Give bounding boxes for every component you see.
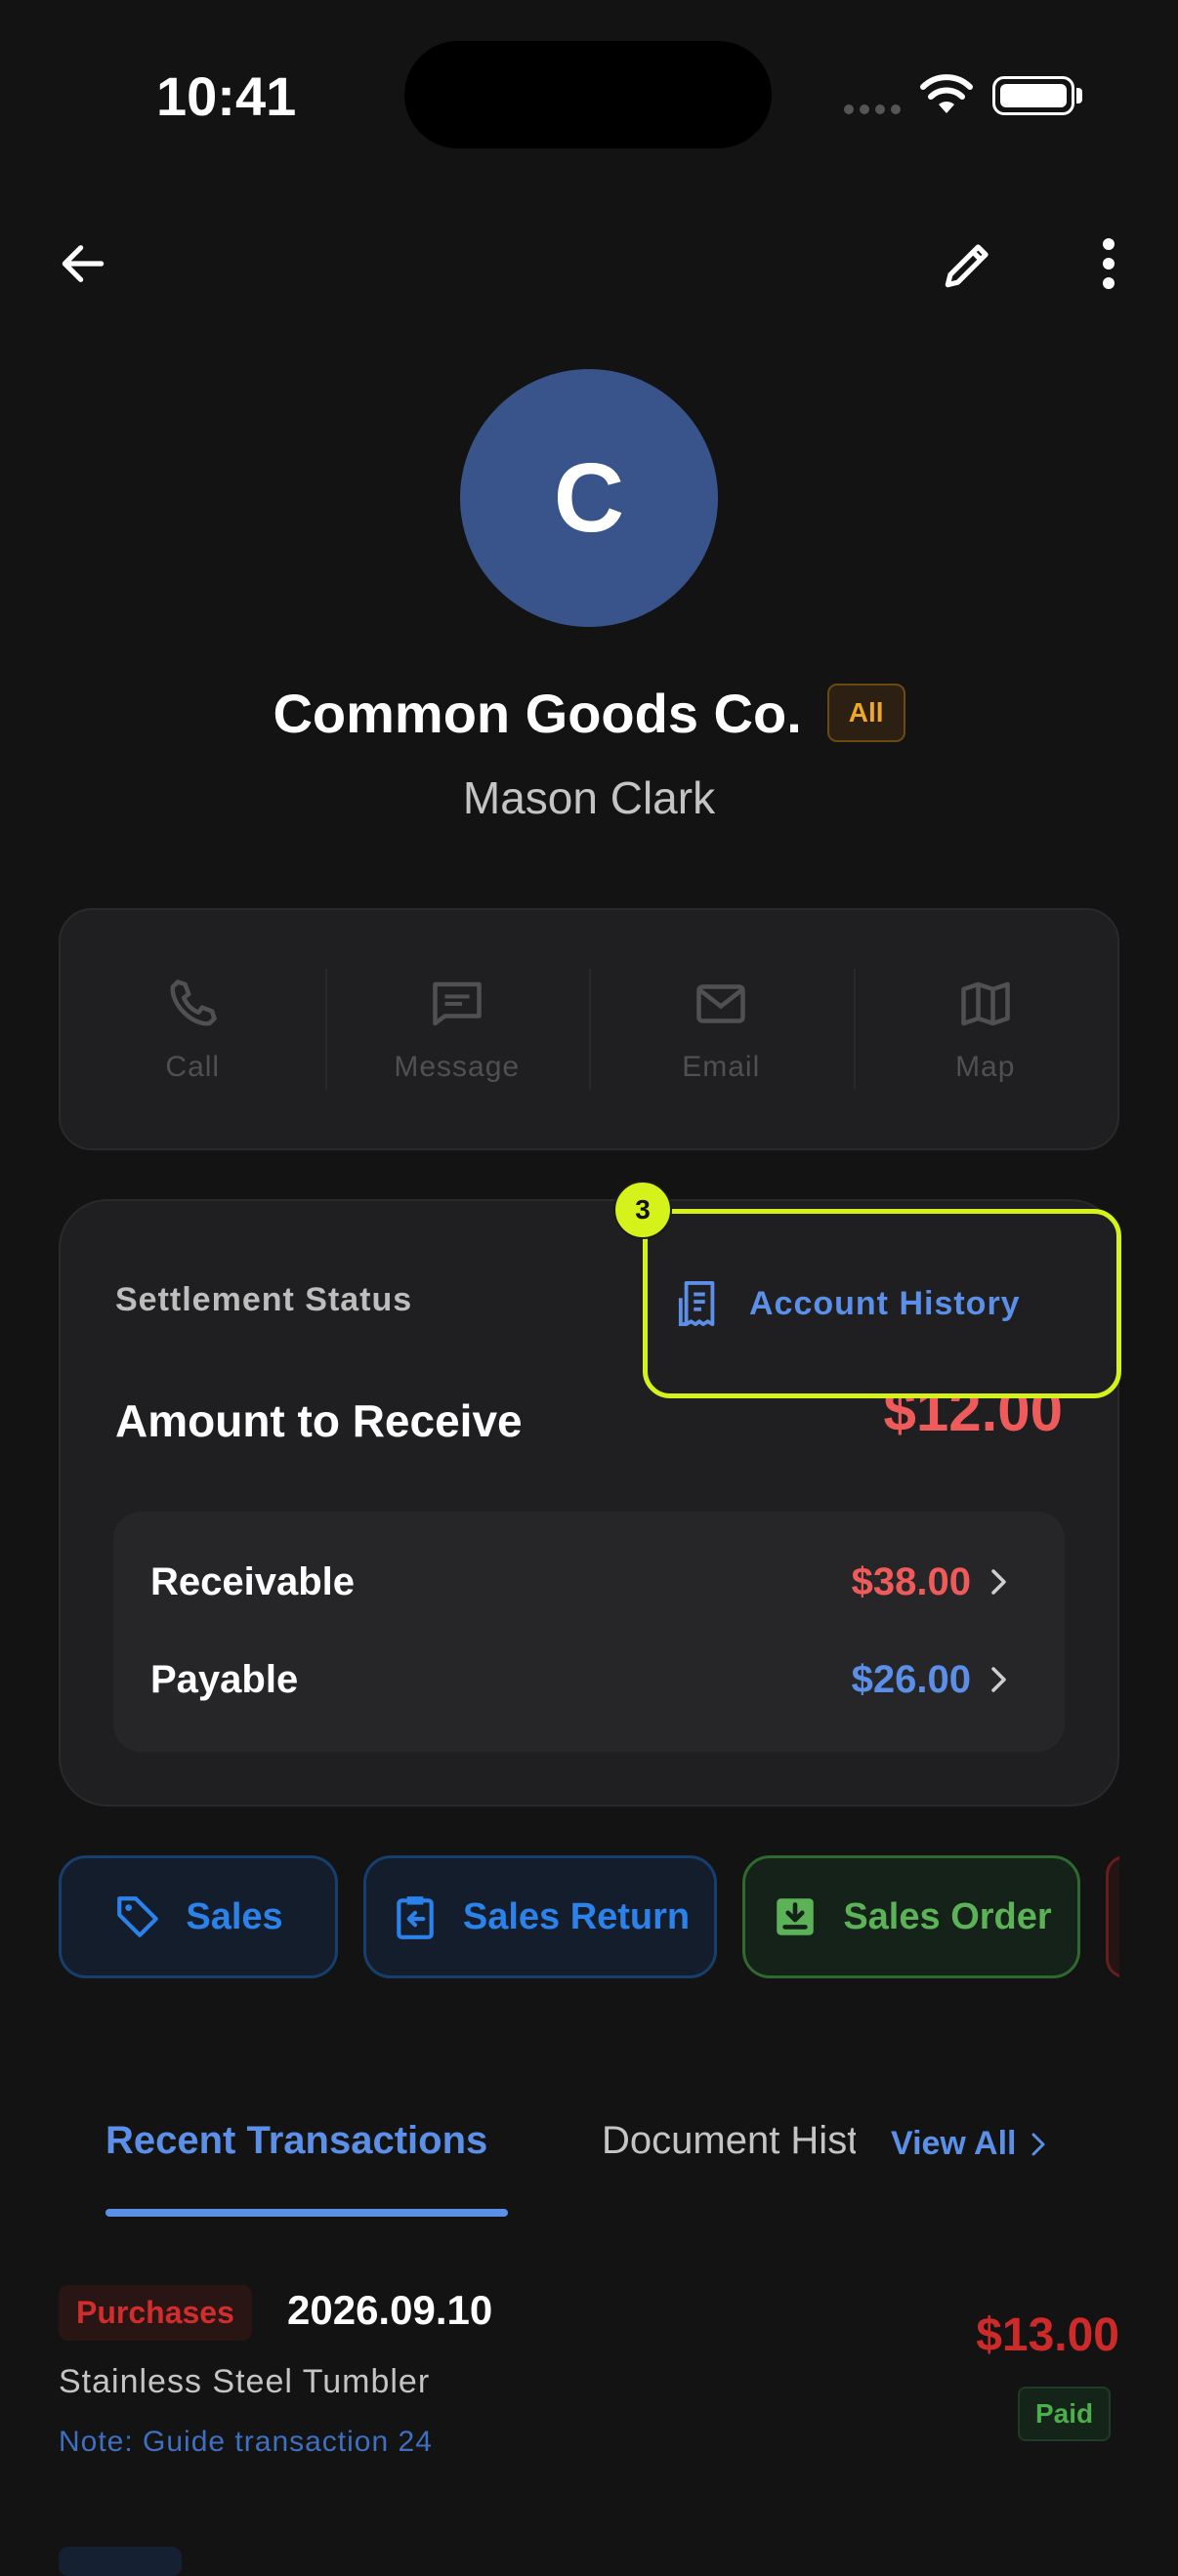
transaction-amount: $13.00 — [976, 2309, 1119, 2361]
account-history-label: Account History — [749, 1284, 1021, 1322]
chevron-right-icon — [1031, 2133, 1044, 2155]
sales-return-button[interactable]: Sales Return — [363, 1855, 717, 1978]
transaction-date: 2026.09.10 — [287, 2287, 493, 2333]
sales-return-label: Sales Return — [462, 1895, 691, 1937]
dynamic-island — [404, 41, 772, 148]
pencil-icon — [945, 244, 989, 288]
transaction-note: Note: Guide transaction 24 — [59, 2426, 433, 2458]
receivable-row[interactable]: Receivable $38.00 — [150, 1543, 1010, 1621]
payable-row[interactable]: Payable $26.00 — [150, 1641, 1010, 1719]
active-tab-indicator — [105, 2209, 508, 2217]
avatar: C — [460, 369, 718, 627]
tab-document-history[interactable]: Document History — [602, 2119, 856, 2163]
map-label: Map — [955, 1051, 1016, 1083]
back-button[interactable] — [39, 225, 127, 303]
view-all-link[interactable]: View All — [891, 2125, 1046, 2163]
return-clipboard-icon — [397, 1896, 434, 1939]
email-label: Email — [682, 1051, 761, 1083]
email-action[interactable]: Email — [589, 910, 854, 1148]
next-transaction-badge — [59, 2547, 182, 2576]
sales-order-button[interactable]: Sales Order — [742, 1855, 1080, 1978]
tab-recent-transactions[interactable]: Recent Transactions — [105, 2119, 487, 2163]
payable-label: Payable — [150, 1657, 299, 1701]
mail-icon — [696, 984, 745, 1023]
more-vertical-icon — [1103, 238, 1115, 289]
edit-button[interactable] — [924, 221, 1012, 309]
call-label: Call — [165, 1051, 221, 1083]
settlement-status-label: Settlement Status — [115, 1281, 413, 1318]
more-quick-action-button[interactable] — [1106, 1855, 1119, 1978]
highlight-step-badge: 3 — [613, 1181, 672, 1239]
group-tag: All — [826, 684, 905, 742]
contact-actions: Call Message Email Map — [59, 908, 1119, 1150]
quick-actions: Sales Sales Return Sales Order — [59, 1855, 1119, 1982]
message-icon — [433, 981, 482, 1026]
profile-title-row: Common Goods Co. All — [0, 674, 1178, 752]
more-button[interactable] — [1065, 225, 1153, 303]
battery-tip — [1076, 88, 1082, 104]
map-action[interactable]: Map — [853, 910, 1118, 1148]
company-name: Common Goods Co. — [273, 682, 802, 744]
wifi-icon — [920, 72, 973, 115]
tag-icon — [117, 1896, 159, 1937]
view-all-label: View All — [891, 2125, 1017, 2162]
receivable-label: Receivable — [150, 1559, 356, 1603]
transaction-item[interactable]: Stainless Steel Tumbler — [59, 2363, 430, 2401]
chevron-right-icon — [991, 1667, 1006, 1692]
chevron-right-icon — [991, 1569, 1006, 1595]
phone-icon — [170, 979, 217, 1026]
status-badge: Paid — [1018, 2387, 1112, 2441]
arrow-left-icon — [62, 245, 105, 282]
call-action[interactable]: Call — [61, 910, 325, 1148]
map-icon — [961, 981, 1010, 1026]
transaction-type-badge: Purchases — [59, 2285, 252, 2341]
payable-value: $26.00 — [851, 1657, 971, 1701]
status-time: 10:41 — [156, 65, 297, 127]
account-history-button[interactable]: Account History — [643, 1209, 1121, 1398]
sales-button[interactable]: Sales — [59, 1855, 338, 1978]
receipt-icon — [678, 1280, 715, 1326]
sales-order-label: Sales Order — [843, 1895, 1052, 1937]
download-box-icon — [777, 1898, 815, 1935]
signal-icon — [844, 102, 906, 119]
receivable-value: $38.00 — [851, 1559, 971, 1603]
contact-name: Mason Clark — [462, 772, 716, 823]
message-action[interactable]: Message — [324, 910, 590, 1148]
battery-icon — [992, 76, 1074, 115]
message-label: Message — [394, 1051, 521, 1083]
sales-label: Sales — [186, 1895, 283, 1937]
amount-to-receive-label: Amount to Receive — [115, 1395, 523, 1446]
